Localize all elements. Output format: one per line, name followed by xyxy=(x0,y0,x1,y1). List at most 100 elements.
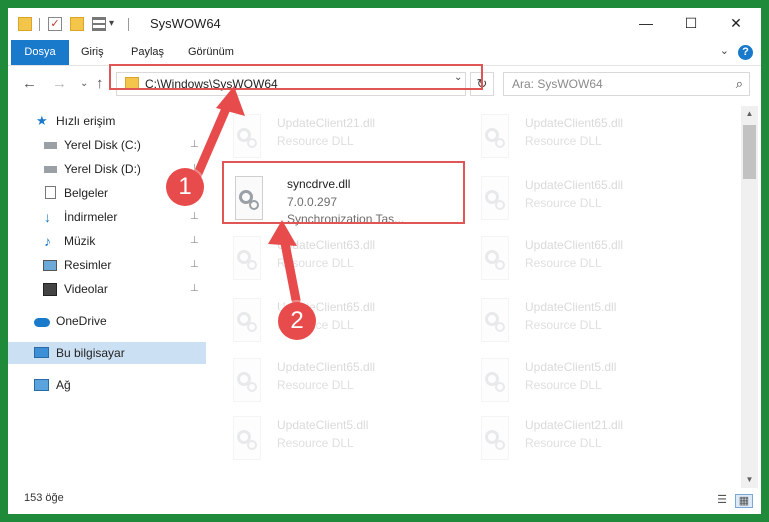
sidebar-item-downloads[interactable]: ↓ İndirmeler ⊥ xyxy=(8,206,206,228)
maximize-button[interactable]: ☐ xyxy=(668,8,714,40)
file-item[interactable]: UpdateClient63.dll Resource DLL xyxy=(215,232,451,290)
sidebar-item-label: Hızlı erişim xyxy=(56,114,116,128)
scroll-down-icon[interactable]: ▼ xyxy=(741,472,758,488)
help-icon[interactable]: ? xyxy=(738,45,753,60)
forward-button[interactable]: → xyxy=(52,75,67,92)
pin-icon[interactable]: ⊥ xyxy=(190,254,199,276)
file-name: UpdateClient21.dll xyxy=(277,116,376,130)
file-item[interactable]: UpdateClient5.dll Resource DLL xyxy=(463,354,699,412)
file-type: Resource DLL xyxy=(277,436,354,450)
sidebar-item-label: Ağ xyxy=(56,378,71,392)
step-badge-2: 2 xyxy=(278,302,316,340)
file-item[interactable]: UpdateClient21.dll Resource DLL xyxy=(215,110,451,168)
sidebar-item-network[interactable]: Ağ xyxy=(8,374,206,396)
file-highlight-box xyxy=(222,161,465,224)
sidebar-item-label: Yerel Disk (D:) xyxy=(64,162,141,176)
step-badge-1: 1 xyxy=(166,168,204,206)
file-type: Resource DLL xyxy=(525,378,602,392)
dll-file-icon xyxy=(477,114,513,160)
customize-icon[interactable] xyxy=(92,17,106,31)
minimize-button[interactable]: — xyxy=(623,8,669,40)
sidebar-item-label: Yerel Disk (C:) xyxy=(64,138,141,152)
dll-file-icon xyxy=(477,298,513,344)
tiles-view-icon[interactable]: ▦ xyxy=(735,494,753,508)
cloud-icon xyxy=(34,318,50,327)
properties-icon[interactable]: ✓ xyxy=(48,17,62,31)
item-count: 153 öğe xyxy=(24,492,64,504)
search-input[interactable]: Ara: SysWOW64 xyxy=(512,77,603,91)
recent-locations-icon[interactable]: ⌄ xyxy=(80,78,88,89)
tab-home[interactable]: Giriş xyxy=(81,40,104,65)
details-view-icon[interactable]: ☰ xyxy=(714,494,730,506)
quick-access-dropdown-icon[interactable]: ▾ xyxy=(109,18,114,29)
close-button[interactable]: ✕ xyxy=(713,8,759,40)
tab-file[interactable]: Dosya xyxy=(11,40,69,65)
sidebar-item-videos[interactable]: Videolar ⊥ xyxy=(8,278,206,300)
navigation-pane: ★ Hızlı erişim Yerel Disk (C:) ⊥ Yerel D… xyxy=(8,106,206,488)
file-type: Resource DLL xyxy=(277,256,354,270)
file-item[interactable]: UpdateClient65.dll Resource DLL xyxy=(215,354,451,412)
file-type: Resource DLL xyxy=(277,134,354,148)
file-item[interactable]: UpdateClient65.dll Resource DLL xyxy=(463,172,699,230)
back-button[interactable]: ← xyxy=(22,75,37,92)
file-name: UpdateClient65.dll xyxy=(525,238,624,252)
file-item[interactable]: UpdateClient5.dll Resource DLL xyxy=(463,294,699,352)
file-item[interactable]: UpdateClient5.dll Resource DLL xyxy=(215,412,451,470)
file-type: Resource DLL xyxy=(525,134,602,148)
pin-icon[interactable]: ⊥ xyxy=(190,206,199,228)
sidebar-item-drive-c[interactable]: Yerel Disk (C:) ⊥ xyxy=(8,134,206,156)
sidebar-item-this-pc[interactable]: Bu bilgisayar xyxy=(8,342,206,364)
dll-file-icon xyxy=(229,416,265,462)
search-box[interactable]: Ara: SysWOW64 ⌕ xyxy=(503,72,750,96)
file-type: Resource DLL xyxy=(525,436,602,450)
file-type: Resource DLL xyxy=(525,256,602,270)
file-item[interactable]: UpdateClient21.dll Resource DLL xyxy=(463,412,699,470)
status-bar: 153 öğe ☰ ▦ xyxy=(8,488,761,512)
sidebar-item-onedrive[interactable]: OneDrive xyxy=(8,310,206,332)
separator xyxy=(128,18,129,31)
ribbon-collapse-icon[interactable]: ⌄ xyxy=(720,44,729,57)
file-name: UpdateClient5.dll xyxy=(277,418,369,432)
sidebar-item-label: İndirmeler xyxy=(64,210,118,224)
sidebar-item-quick-access[interactable]: ★ Hızlı erişim xyxy=(8,110,206,132)
dll-file-icon xyxy=(229,358,265,404)
pin-icon[interactable]: ⊥ xyxy=(190,230,199,252)
sidebar-item-pictures[interactable]: Resimler ⊥ xyxy=(8,254,206,276)
sidebar-item-label: Belgeler xyxy=(64,186,109,200)
file-name: UpdateClient65.dll xyxy=(525,178,624,192)
search-icon[interactable]: ⌕ xyxy=(736,76,743,92)
dll-file-icon xyxy=(477,358,513,404)
file-item[interactable]: UpdateClient65.dll Resource DLL xyxy=(463,232,699,290)
pin-icon[interactable]: ⊥ xyxy=(190,278,199,300)
videos-icon xyxy=(43,283,57,296)
new-folder-icon[interactable] xyxy=(70,17,84,31)
scroll-up-icon[interactable]: ▲ xyxy=(741,106,758,122)
dll-file-icon xyxy=(477,416,513,462)
sidebar-item-music[interactable]: ♪ Müzik ⊥ xyxy=(8,230,206,252)
file-name: UpdateClient5.dll xyxy=(525,360,617,374)
vertical-scrollbar[interactable]: ▲ ▼ xyxy=(741,106,758,488)
file-name: UpdateClient65.dll xyxy=(525,116,624,130)
documents-icon xyxy=(45,186,56,199)
file-type: Resource DLL xyxy=(525,196,602,210)
sidebar-item-label: Bu bilgisayar xyxy=(56,346,125,360)
sidebar-item-label: Resimler xyxy=(64,258,112,272)
tab-share[interactable]: Paylaş xyxy=(131,40,164,65)
file-item[interactable]: UpdateClient65.dll Resource DLL xyxy=(215,294,451,352)
sidebar-item-label: Videolar xyxy=(64,282,108,296)
folder-icon xyxy=(18,17,32,31)
file-item[interactable]: UpdateClient65.dll Resource DLL xyxy=(463,110,699,168)
tab-view[interactable]: Görünüm xyxy=(188,40,234,65)
window-title: SysWOW64 xyxy=(150,16,221,31)
file-name: UpdateClient5.dll xyxy=(525,300,617,314)
music-icon: ♪ xyxy=(44,233,51,249)
file-name: UpdateClient63.dll xyxy=(277,238,376,252)
drive-icon xyxy=(44,166,57,173)
dll-file-icon xyxy=(229,236,265,282)
pin-icon[interactable]: ⊥ xyxy=(190,134,199,156)
up-button[interactable]: ↑ xyxy=(96,75,104,92)
file-type: Resource DLL xyxy=(525,318,602,332)
scrollbar-thumb[interactable] xyxy=(743,125,756,179)
dll-file-icon xyxy=(477,236,513,282)
dll-file-icon xyxy=(477,176,513,222)
